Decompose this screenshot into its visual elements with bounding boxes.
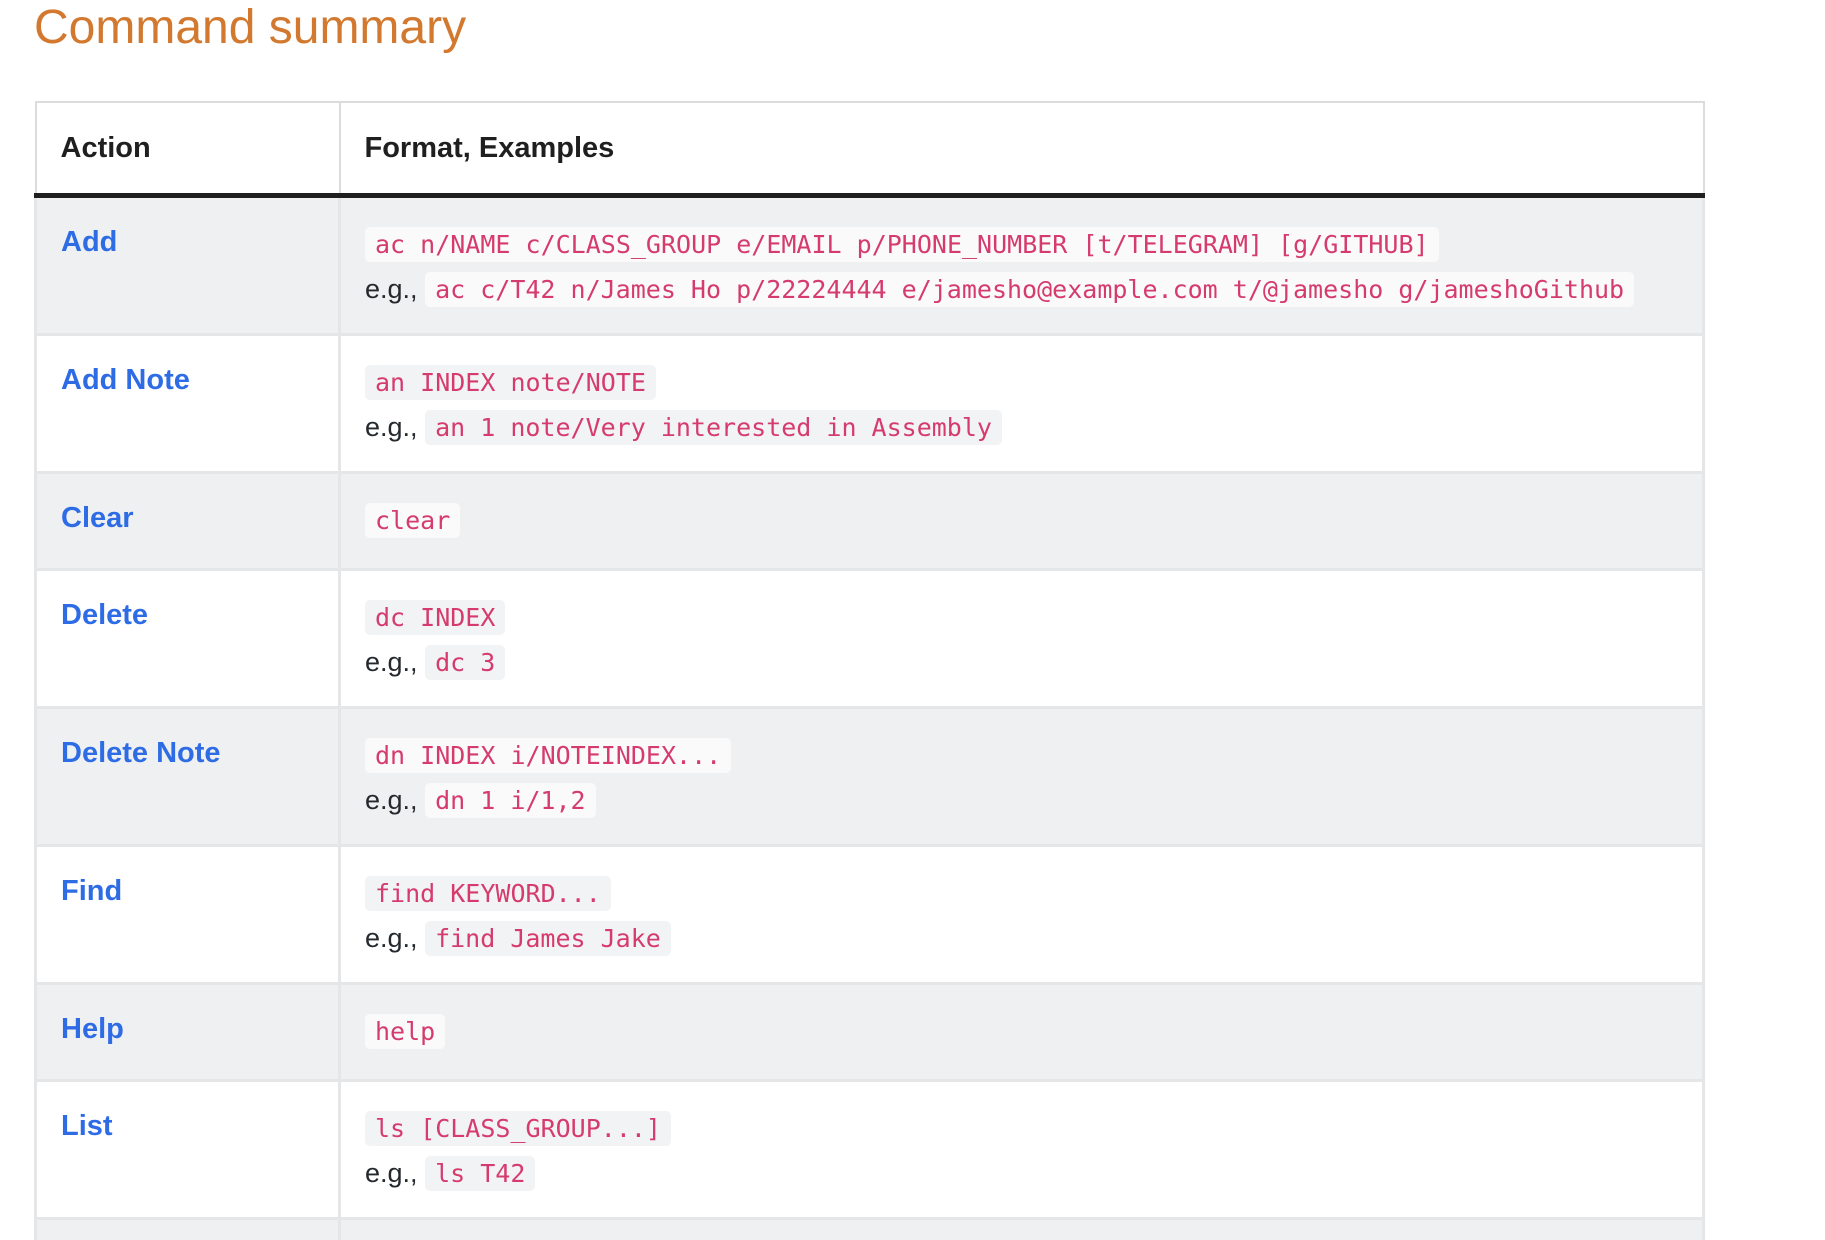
example-prefix: e.g., <box>365 923 418 953</box>
example-prefix: e.g., <box>365 412 418 442</box>
example-code: an 1 note/Very interested in Assembly <box>425 410 1002 445</box>
table-row: Delete Note dn INDEX i/NOTEINDEX... e.g.… <box>36 708 1704 846</box>
example-line: e.g., find James Jake <box>365 916 1678 961</box>
table-row: Find find KEYWORD... e.g., find James Ja… <box>36 846 1704 984</box>
format-cell: dc INDEX e.g., dc 3 <box>340 570 1704 708</box>
action-cell: List <box>36 1081 340 1219</box>
table-header-row: Action Format, Examples <box>36 102 1704 196</box>
action-cell: Delete <box>36 570 340 708</box>
format-line: help <box>365 1009 1678 1054</box>
example-code: ac c/T42 n/James Ho p/22224444 e/jamesho… <box>425 272 1634 307</box>
format-code: clear <box>365 503 460 538</box>
example-prefix: e.g., <box>365 1158 418 1188</box>
format-cell: find KEYWORD... e.g., find James Jake <box>340 846 1704 984</box>
table-row-partial <box>36 1219 1704 1240</box>
example-code: dc 3 <box>425 645 505 680</box>
format-cell: an INDEX note/NOTE e.g., an 1 note/Very … <box>340 335 1704 473</box>
format-line: ac n/NAME c/CLASS_GROUP e/EMAIL p/PHONE_… <box>365 222 1678 267</box>
format-code: dc INDEX <box>365 600 505 635</box>
action-cell: Clear <box>36 473 340 570</box>
format-line: dn INDEX i/NOTEINDEX... <box>365 733 1678 778</box>
action-link-clear[interactable]: Clear <box>61 498 134 536</box>
action-link-add-note[interactable]: Add Note <box>61 360 190 398</box>
example-prefix: e.g., <box>365 785 418 815</box>
format-cell: dn INDEX i/NOTEINDEX... e.g., dn 1 i/1,2 <box>340 708 1704 846</box>
format-cell: help <box>340 984 1704 1081</box>
header-format-examples: Format, Examples <box>340 102 1704 196</box>
action-link-list[interactable]: List <box>61 1106 113 1144</box>
format-cell <box>340 1219 1704 1240</box>
table-row: Help help <box>36 984 1704 1081</box>
format-line: clear <box>365 498 1678 543</box>
example-line: e.g., an 1 note/Very interested in Assem… <box>365 405 1678 450</box>
action-cell <box>36 1219 340 1240</box>
table-row: Add Note an INDEX note/NOTE e.g., an 1 n… <box>36 335 1704 473</box>
header-action: Action <box>36 102 340 196</box>
format-cell: ac n/NAME c/CLASS_GROUP e/EMAIL p/PHONE_… <box>340 196 1704 335</box>
action-cell: Add <box>36 196 340 335</box>
format-line: ls [CLASS_GROUP...] <box>365 1106 1678 1151</box>
format-line: dc INDEX <box>365 595 1678 640</box>
format-line: find KEYWORD... <box>365 871 1678 916</box>
action-link-find[interactable]: Find <box>61 871 122 909</box>
format-code: ls [CLASS_GROUP...] <box>365 1111 671 1146</box>
example-line: e.g., dn 1 i/1,2 <box>365 778 1678 823</box>
action-link-delete[interactable]: Delete <box>61 595 148 633</box>
action-link-add[interactable]: Add <box>61 222 117 260</box>
format-code: help <box>365 1014 445 1049</box>
format-code: an INDEX note/NOTE <box>365 365 656 400</box>
table-row: Delete dc INDEX e.g., dc 3 <box>36 570 1704 708</box>
action-cell: Delete Note <box>36 708 340 846</box>
action-cell: Help <box>36 984 340 1081</box>
format-line: an INDEX note/NOTE <box>365 360 1678 405</box>
example-code: dn 1 i/1,2 <box>425 783 596 818</box>
example-prefix: e.g., <box>365 647 418 677</box>
format-cell: ls [CLASS_GROUP...] e.g., ls T42 <box>340 1081 1704 1219</box>
table-row: Clear clear <box>36 473 1704 570</box>
action-cell: Find <box>36 846 340 984</box>
example-line: e.g., dc 3 <box>365 640 1678 685</box>
example-code: ls T42 <box>425 1156 535 1191</box>
format-code: ac n/NAME c/CLASS_GROUP e/EMAIL p/PHONE_… <box>365 227 1439 262</box>
table-row: Add ac n/NAME c/CLASS_GROUP e/EMAIL p/PH… <box>36 196 1704 335</box>
example-line: e.g., ls T42 <box>365 1151 1678 1196</box>
example-code: find James Jake <box>425 921 671 956</box>
format-code: dn INDEX i/NOTEINDEX... <box>365 738 731 773</box>
action-link-delete-note[interactable]: Delete Note <box>61 733 221 771</box>
action-cell: Add Note <box>36 335 340 473</box>
example-line: e.g., ac c/T42 n/James Ho p/22224444 e/j… <box>365 267 1678 312</box>
action-link-help[interactable]: Help <box>61 1009 124 1047</box>
example-prefix: e.g., <box>365 274 418 304</box>
table-row: List ls [CLASS_GROUP...] e.g., ls T42 <box>36 1081 1704 1219</box>
page-title: Command summary <box>34 0 466 60</box>
command-summary-table: Action Format, Examples Add ac n/NAME c/… <box>34 101 1705 1240</box>
format-code: find KEYWORD... <box>365 876 611 911</box>
format-cell: clear <box>340 473 1704 570</box>
